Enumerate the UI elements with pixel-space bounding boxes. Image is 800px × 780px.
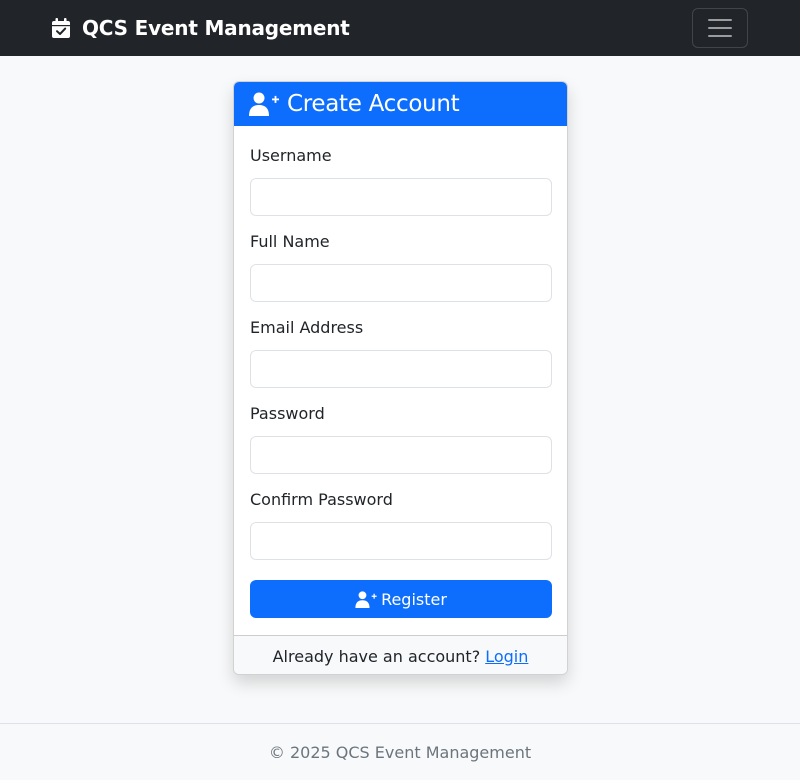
card-footer: Already have an account? Login: [234, 635, 567, 674]
brand-title: QCS Event Management: [82, 16, 350, 40]
password-label: Password: [250, 404, 325, 423]
fullname-input[interactable]: [250, 264, 552, 302]
calendar-check-icon: [52, 18, 70, 38]
username-label: Username: [250, 146, 332, 165]
email-label: Email Address: [250, 318, 364, 337]
fullname-group: Full Name: [250, 230, 552, 302]
card-title: Create Account: [287, 91, 460, 117]
navbar-toggler-button[interactable]: [692, 8, 748, 48]
password-input[interactable]: [250, 436, 552, 474]
login-link[interactable]: Login: [485, 647, 528, 666]
fullname-label: Full Name: [250, 232, 330, 251]
confirm-password-input[interactable]: [250, 522, 552, 560]
confirm-password-label: Confirm Password: [250, 490, 393, 509]
user-plus-icon: [355, 590, 377, 608]
navbar-brand[interactable]: QCS Event Management: [52, 0, 350, 56]
username-group: Username: [250, 144, 552, 216]
email-input[interactable]: [250, 350, 552, 388]
confirm-password-group: Confirm Password: [250, 488, 552, 560]
username-input[interactable]: [250, 178, 552, 216]
login-prompt-text: Already have an account?: [272, 646, 481, 666]
navbar: QCS Event Management: [0, 0, 800, 56]
copyright-text: © 2025 QCS Event Management: [268, 742, 532, 762]
register-button-label: Register: [381, 589, 447, 609]
card-header: Create Account: [234, 82, 567, 126]
register-card: Create Account Username Full Name Email …: [233, 81, 568, 675]
register-button[interactable]: Register: [250, 580, 552, 618]
password-group: Password: [250, 402, 552, 474]
page-footer: © 2025 QCS Event Management: [0, 723, 800, 780]
user-plus-icon: [249, 92, 279, 116]
hamburger-menu-icon: [708, 19, 732, 21]
email-group: Email Address: [250, 316, 552, 388]
